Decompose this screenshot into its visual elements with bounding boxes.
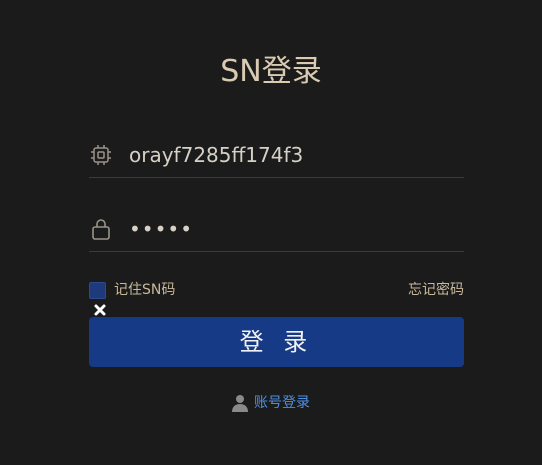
lock-icon	[92, 219, 110, 240]
remember-sn[interactable]: 记住SN码	[89, 280, 175, 300]
sn-field[interactable]: orayf7285ff174f3	[89, 131, 464, 178]
login-button[interactable]: 登 录	[89, 317, 464, 367]
password-input[interactable]: •••••	[129, 215, 193, 243]
remember-label: 记住SN码	[114, 282, 176, 298]
account-login-link[interactable]: 账号登录	[0, 393, 542, 413]
user-icon	[232, 395, 248, 412]
close-icon[interactable]	[93, 303, 107, 317]
forgot-password-link[interactable]: 忘记密码	[408, 280, 464, 300]
sn-login-page: SN登录 orayf7285ff174f3 ••••• 记住SN码 忘记密码 登…	[0, 0, 542, 465]
password-field[interactable]: •••••	[89, 205, 464, 252]
page-title: SN登录	[220, 54, 322, 89]
chip-icon	[91, 145, 111, 165]
account-login-label[interactable]: 账号登录	[254, 393, 310, 413]
sn-input[interactable]: orayf7285ff174f3	[129, 141, 303, 169]
remember-checkbox[interactable]	[89, 281, 106, 299]
